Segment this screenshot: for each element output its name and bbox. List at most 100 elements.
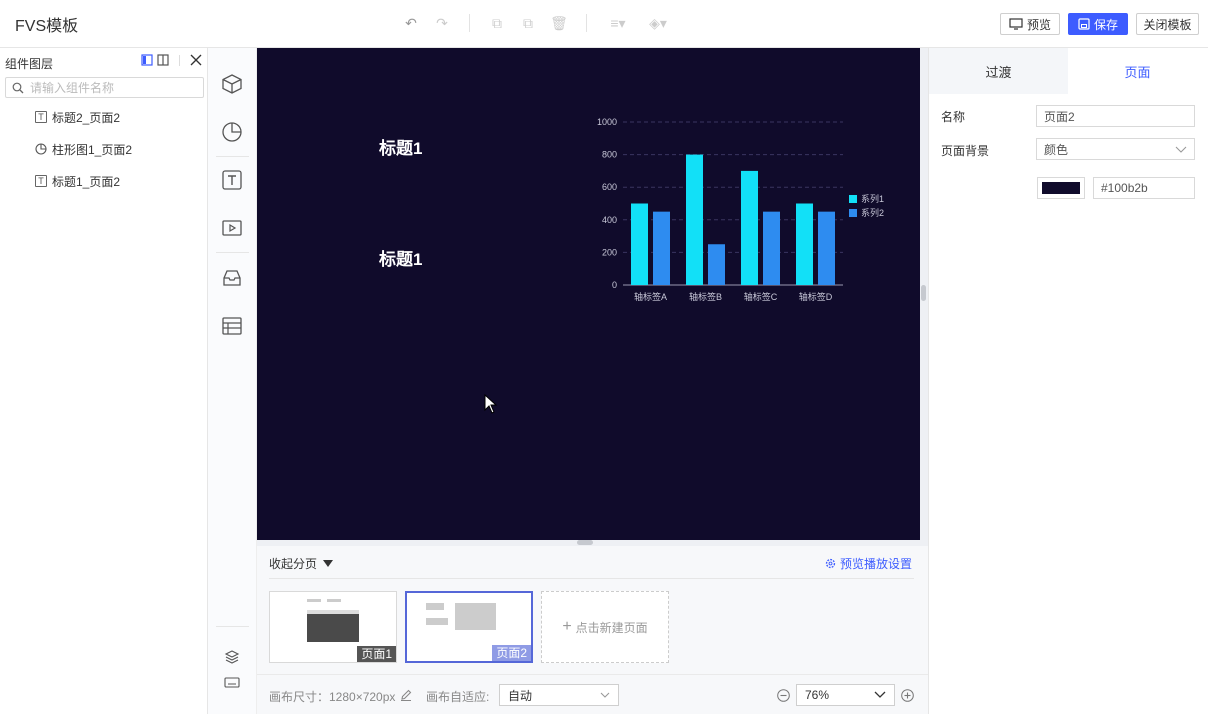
bar-2 [818,211,835,285]
y-tick-label: 0 [612,280,617,290]
pages-panel: 收起分页 预览播放设置 页面1 页面2 + 点击新建页面 [257,546,928,674]
chevron-down-icon [600,692,610,698]
collapse-pages-toggle[interactable]: 收起分页 [269,555,334,572]
new-page-label: 点击新建页面 [575,620,648,635]
copy-icon[interactable]: ⧉ [488,14,506,32]
x-tick-label: 轴标签D [799,291,833,302]
layer-item-label: 柱形图1_页面2 [52,142,133,157]
save-icon [1078,18,1090,30]
layers-title: 组件图层 [5,57,54,71]
new-page-button[interactable]: + 点击新建页面 [541,591,669,663]
layer-item[interactable]: T 标题2_页面2 [35,107,120,127]
text-component-icon[interactable] [220,168,244,192]
layer-search-input[interactable] [30,80,190,95]
text-icon: T [35,175,47,187]
bar-2 [763,211,780,285]
zoom-in-icon[interactable] [901,689,914,702]
iconbar-divider [216,156,249,157]
page-name-value: 页面2 [1044,109,1075,124]
tab-transition[interactable]: 过渡 [929,48,1068,94]
layout-left-icon[interactable] [141,54,153,66]
layout-split-icon[interactable] [157,54,169,66]
legend-swatch [849,195,857,203]
table-icon[interactable] [220,314,244,338]
save-label: 保存 [1093,17,1118,32]
iconbar-divider [216,252,249,253]
redo-icon[interactable]: ↷ [433,14,451,32]
bar-chart[interactable]: 0 200 400 600 800 1000 轴标签A 轴标签B 轴标签C 轴标签D 系列1 系列2 [587,110,907,310]
legend-label: 系列1 [861,193,884,204]
canvas-size-text: 画布尺寸：1280×720px [269,690,396,704]
delete-icon[interactable]: 🗑 [550,14,568,32]
search-icon [12,82,24,93]
monitor-icon [1009,18,1023,30]
media-icon[interactable] [220,216,244,240]
canvas-title-2[interactable]: 标题1 [379,245,422,270]
chart-icon[interactable] [220,120,244,144]
y-tick-label: 1000 [597,117,617,127]
tab-page[interactable]: 页面 [1068,48,1207,94]
properties-panel: 过渡 页面 名称 页面2 页面背景 颜色 #100b2b [928,48,1208,714]
component-3d-icon[interactable] [220,72,244,96]
preview-label: 预览 [1026,17,1051,32]
page-thumbnail[interactable]: 页面1 [269,591,397,663]
layer-item[interactable]: T 标题1_页面2 [35,171,120,191]
y-tick-label: 400 [602,215,617,225]
bar-1 [631,203,648,285]
gear-icon [825,558,836,569]
canvas-title-1[interactable]: 标题1 [379,134,422,159]
layers-icon[interactable] [220,645,244,669]
align-icon[interactable]: ≡▾ [606,14,630,32]
legend-label: 系列2 [861,207,884,218]
preview-button[interactable]: 预览 [1000,13,1060,35]
container-icon[interactable] [220,266,244,290]
pie-icon [35,143,47,155]
close-icon[interactable] [190,54,202,66]
save-button[interactable]: 保存 [1068,13,1128,35]
page-thumbnail-label: 页面1 [357,646,396,662]
bar-2 [708,244,725,285]
background-type-select[interactable]: 颜色 [1036,138,1195,160]
layer-order-icon[interactable]: ◈▾ [646,14,670,32]
top-toolbar: FVS模板 ↶ ↷ ⧉ ⧉ 🗑 ≡▾ ◈▾ 预览 保存 关闭模板 [0,0,1208,48]
status-bar: 画布尺寸：1280×720px 画布自适应: 自动 76% [257,674,928,714]
zoom-select[interactable]: 76% [796,684,895,706]
pages-divider [269,578,914,579]
layer-search-box [5,77,204,98]
app-title: FVS模板 [15,18,79,35]
canvas-fit-select[interactable]: 自动 [499,684,619,706]
undo-icon[interactable]: ↶ [402,14,420,32]
preview-play-settings[interactable]: 预览播放设置 [825,555,912,572]
background-type-value: 颜色 [1044,142,1069,157]
page-thumbnail-active[interactable]: 页面2 [405,591,533,663]
toolbar-divider [586,14,587,32]
preview-play-settings-label: 预览播放设置 [839,557,912,571]
color-hex-field[interactable]: #100b2b [1093,177,1195,199]
bar-2 [653,211,670,285]
design-canvas[interactable]: 标题1 标题1 0 200 400 600 800 1000 轴标签A 轴标签B 轴标签C 轴标签… [257,48,920,540]
page-thumbnail-label: 页面2 [492,645,531,661]
color-hex-value: #100b2b [1101,181,1148,195]
paste-icon[interactable]: ⧉ [519,14,537,32]
x-tick-label: 轴标签B [689,291,722,302]
color-swatch-fill [1042,182,1080,194]
bar-1 [796,203,813,285]
panel-divider [179,55,180,66]
color-swatch[interactable] [1037,177,1085,199]
edit-icon[interactable] [400,689,412,701]
bar-1 [686,154,703,285]
vertical-scrollbar[interactable] [921,285,926,301]
layer-item-label: 标题2_页面2 [52,110,121,125]
zoom-out-icon[interactable] [777,689,790,702]
caret-down-icon [323,559,334,567]
close-template-button[interactable]: 关闭模板 [1136,13,1199,35]
layer-item[interactable]: 柱形图1_页面2 [35,139,132,159]
keyboard-icon[interactable] [220,670,244,694]
page-name-field[interactable]: 页面2 [1036,105,1195,127]
legend-swatch [849,209,857,217]
y-tick-label: 200 [602,247,617,257]
horizontal-scrollbar[interactable] [577,540,593,545]
canvas-area: 标题1 标题1 0 200 400 600 800 1000 轴标签A 轴标签B 轴标签C 轴标签… [257,48,928,546]
canvas-fit-value: 自动 [508,688,533,703]
layer-item-label: 标题1_页面2 [52,174,121,189]
